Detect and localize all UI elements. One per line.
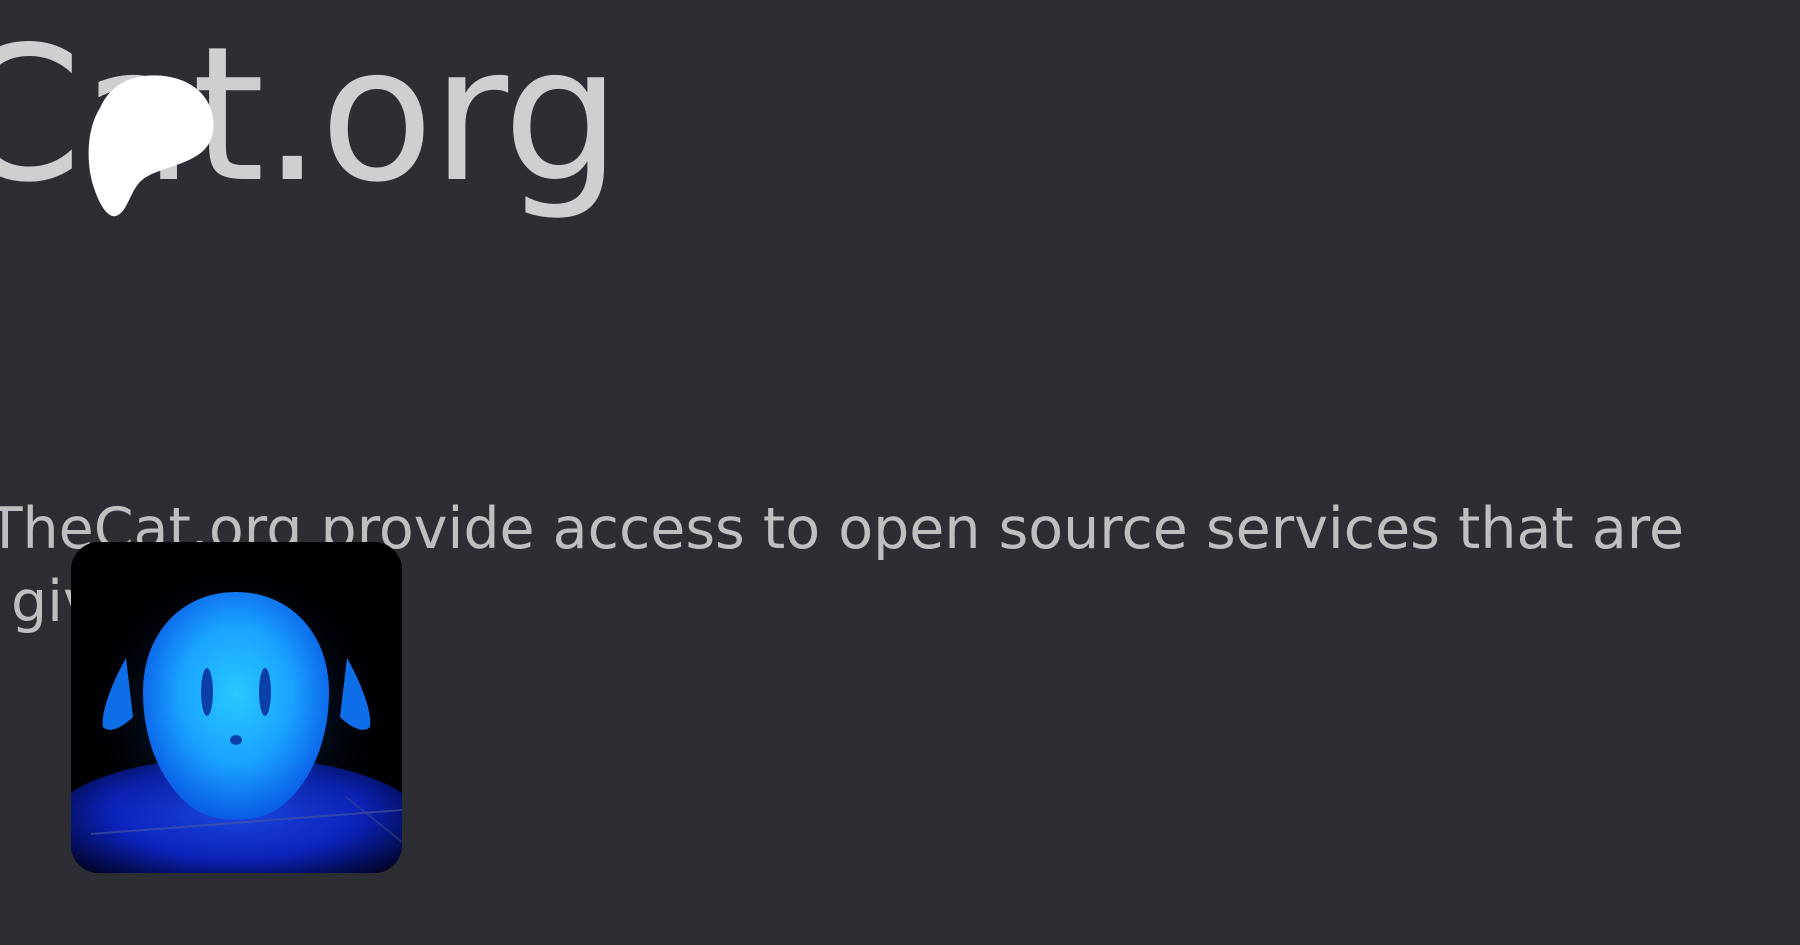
- white-blob-icon: [88, 75, 214, 217]
- page: Cat.org sTheCat.org provide access to op…: [0, 0, 1800, 945]
- avatar: [71, 542, 402, 873]
- glowing-blue-ghost-lamp-icon: [71, 542, 402, 873]
